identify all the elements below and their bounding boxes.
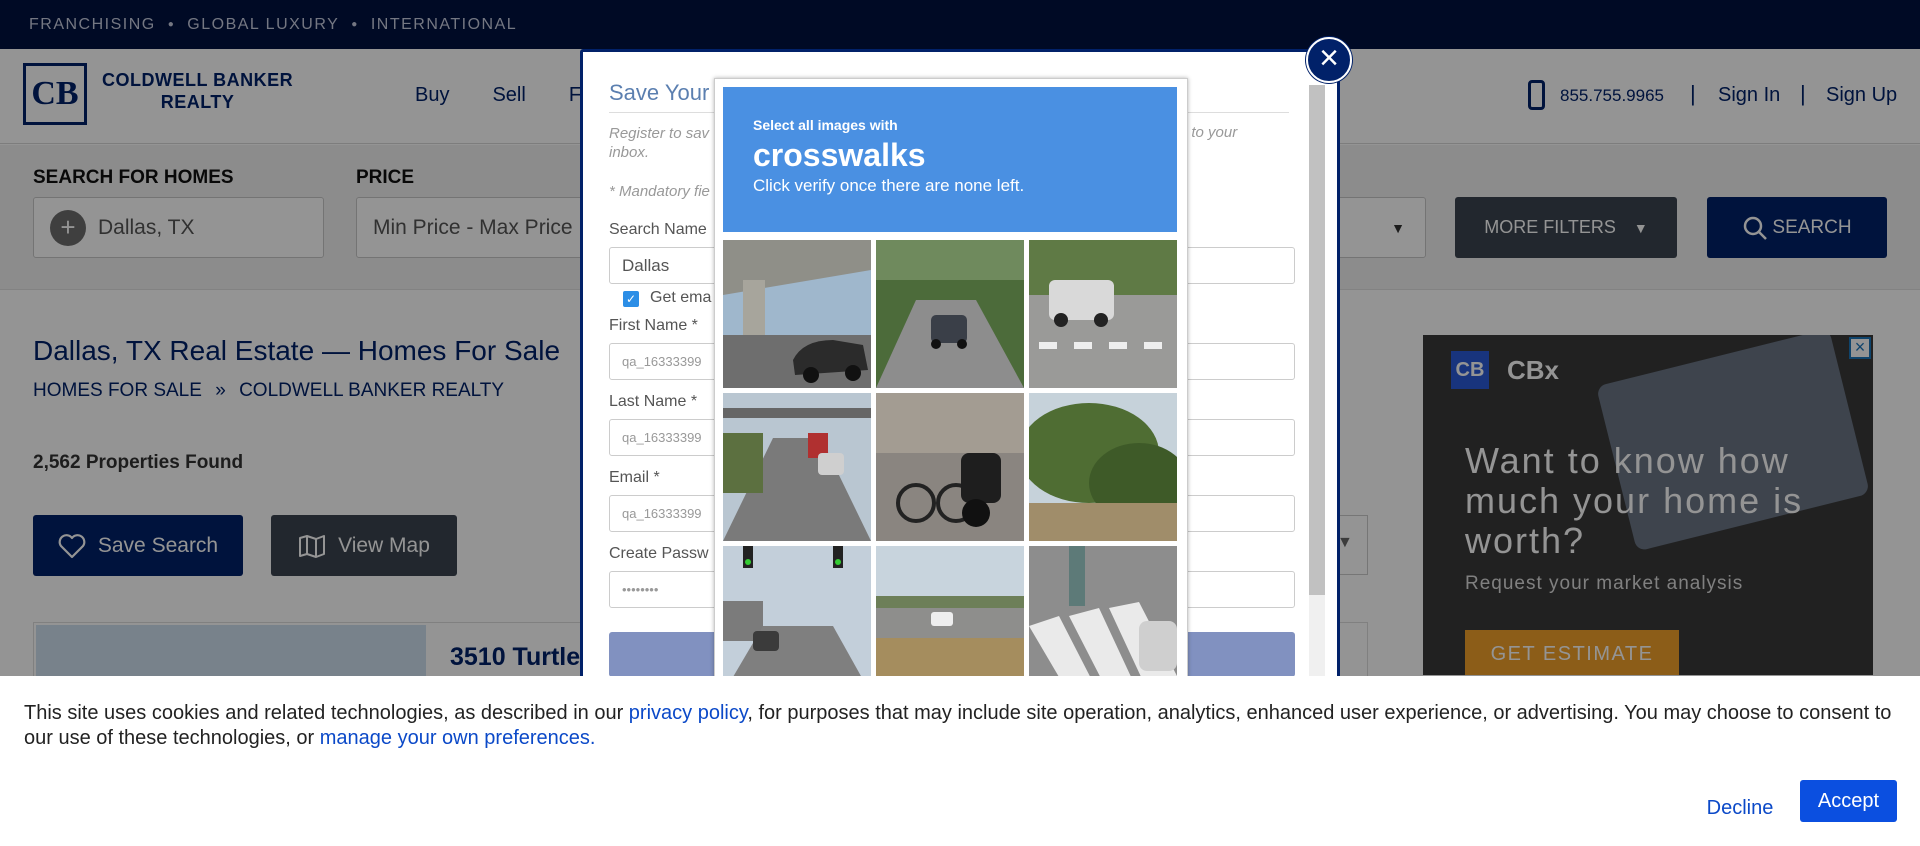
captcha-tile[interactable] (1029, 240, 1177, 388)
password-value: •••••••• (622, 582, 659, 597)
last-name-label: Last Name * (609, 393, 698, 410)
captcha-tile[interactable] (723, 546, 871, 694)
captcha-tile[interactable] (723, 240, 871, 388)
first-name-label: First Name * (609, 317, 698, 334)
captcha-header: Select all images with crosswalks Click … (723, 87, 1177, 232)
captcha-image (876, 546, 1024, 694)
modal-title: Save Your (609, 80, 710, 105)
mandatory-note: * Mandatory fie (609, 183, 710, 200)
captcha-image (1029, 393, 1177, 541)
captcha-tile[interactable] (876, 546, 1024, 694)
cookie-text: This site uses cookies and related techn… (24, 701, 1904, 751)
email-value: qa_16333399 (622, 506, 702, 521)
modal-note-right: t to your (1183, 124, 1238, 141)
captcha-image (723, 240, 871, 388)
last-name-value: qa_16333399 (622, 430, 702, 445)
captcha-tile[interactable] (1029, 546, 1177, 694)
captcha-image (1029, 546, 1177, 694)
modal-note: Register to sav inbox. (609, 124, 709, 162)
captcha-tile[interactable] (876, 393, 1024, 541)
close-icon[interactable]: × (1306, 37, 1352, 83)
captcha-tile[interactable] (876, 240, 1024, 388)
captcha-image (876, 393, 1024, 541)
get-email-label: Get ema (650, 289, 712, 306)
password-label: Create Passw (609, 545, 709, 562)
scrollbar-thumb[interactable] (1309, 85, 1325, 595)
captcha-target: crosswalks (753, 137, 926, 173)
cookie-text-part: . (589, 727, 596, 749)
email-label: Email * (609, 469, 660, 486)
cookie-banner: This site uses cookies and related techn… (0, 676, 1920, 846)
search-name-value: Dallas (622, 255, 670, 275)
captcha-instruction: Select all images with (753, 117, 898, 133)
captcha-subinstruction: Click verify once there are none left. (753, 176, 1025, 195)
scrollbar[interactable] (1309, 85, 1325, 685)
privacy-policy-link[interactable]: privacy policy (629, 702, 748, 724)
captcha-image (723, 546, 871, 694)
manage-preferences-link[interactable]: manage your own preferences (320, 727, 590, 749)
search-name-label: Search Name (609, 221, 707, 238)
get-email-checkbox[interactable]: ✓ (623, 291, 639, 307)
first-name-value: qa_16333399 (622, 354, 702, 369)
modal-note-line-1: Register to sav (609, 125, 710, 142)
captcha-tile[interactable] (723, 393, 871, 541)
cookie-text-part: This site uses cookies and related techn… (24, 702, 629, 724)
decline-button[interactable]: Decline (1676, 788, 1804, 828)
accept-button[interactable]: Accept (1800, 780, 1897, 822)
captcha-image (876, 240, 1024, 388)
captcha-tile[interactable] (1029, 393, 1177, 541)
captcha-image (723, 393, 871, 541)
captcha-grid (723, 240, 1177, 694)
captcha-image (1029, 240, 1177, 388)
captcha-challenge: Select all images with crosswalks Click … (714, 78, 1188, 778)
modal-note-line-2: inbox. (609, 144, 650, 161)
